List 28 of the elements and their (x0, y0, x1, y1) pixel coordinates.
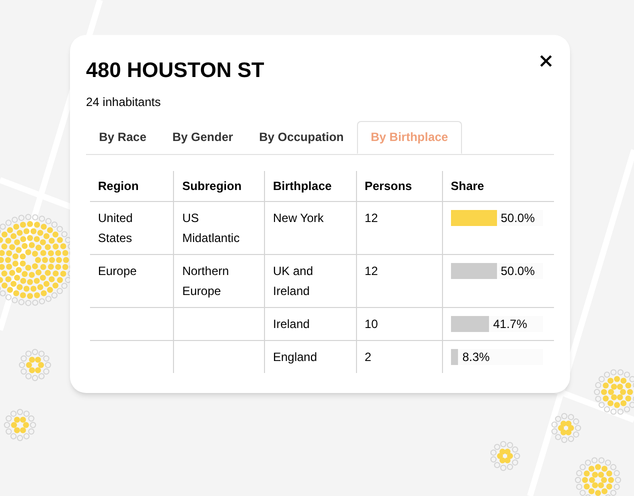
column-header: Persons (364, 178, 412, 192)
table-cell: 2 (364, 350, 372, 364)
column-header: Birthplace (272, 178, 332, 192)
table-cell: Ireland (272, 316, 310, 330)
share-value: 50.0% (500, 262, 535, 280)
share-value: 8.3% (462, 348, 490, 366)
table-cell: New York (272, 210, 324, 224)
close-icon (540, 55, 552, 67)
table-cell: United States (98, 210, 133, 244)
close-button[interactable] (540, 55, 552, 67)
table-cell: Northern Europe (182, 264, 229, 298)
address-title: 480 HOUSTON ST (86, 58, 264, 84)
table-cell: 12 (364, 264, 378, 278)
column-header: Region (98, 178, 139, 192)
table-cell: UK and Ireland (272, 264, 314, 298)
share-value: 41.7% (493, 316, 528, 332)
table-cell: 12 (364, 210, 378, 224)
table-cell: Europe (98, 264, 137, 278)
tab[interactable]: By Race (86, 120, 160, 154)
table-cell: US Midatlantic (182, 210, 240, 244)
table-cell: England (272, 350, 318, 364)
share-value: 50.0% (500, 210, 535, 226)
tab[interactable]: By Gender (159, 120, 246, 154)
tab[interactable]: By Occupation (246, 120, 357, 154)
column-header: Subregion (182, 178, 242, 192)
table-cell: 10 (364, 316, 378, 330)
inhabitants-count: 24 inhabitants (86, 94, 162, 110)
column-header: Share (450, 178, 484, 192)
